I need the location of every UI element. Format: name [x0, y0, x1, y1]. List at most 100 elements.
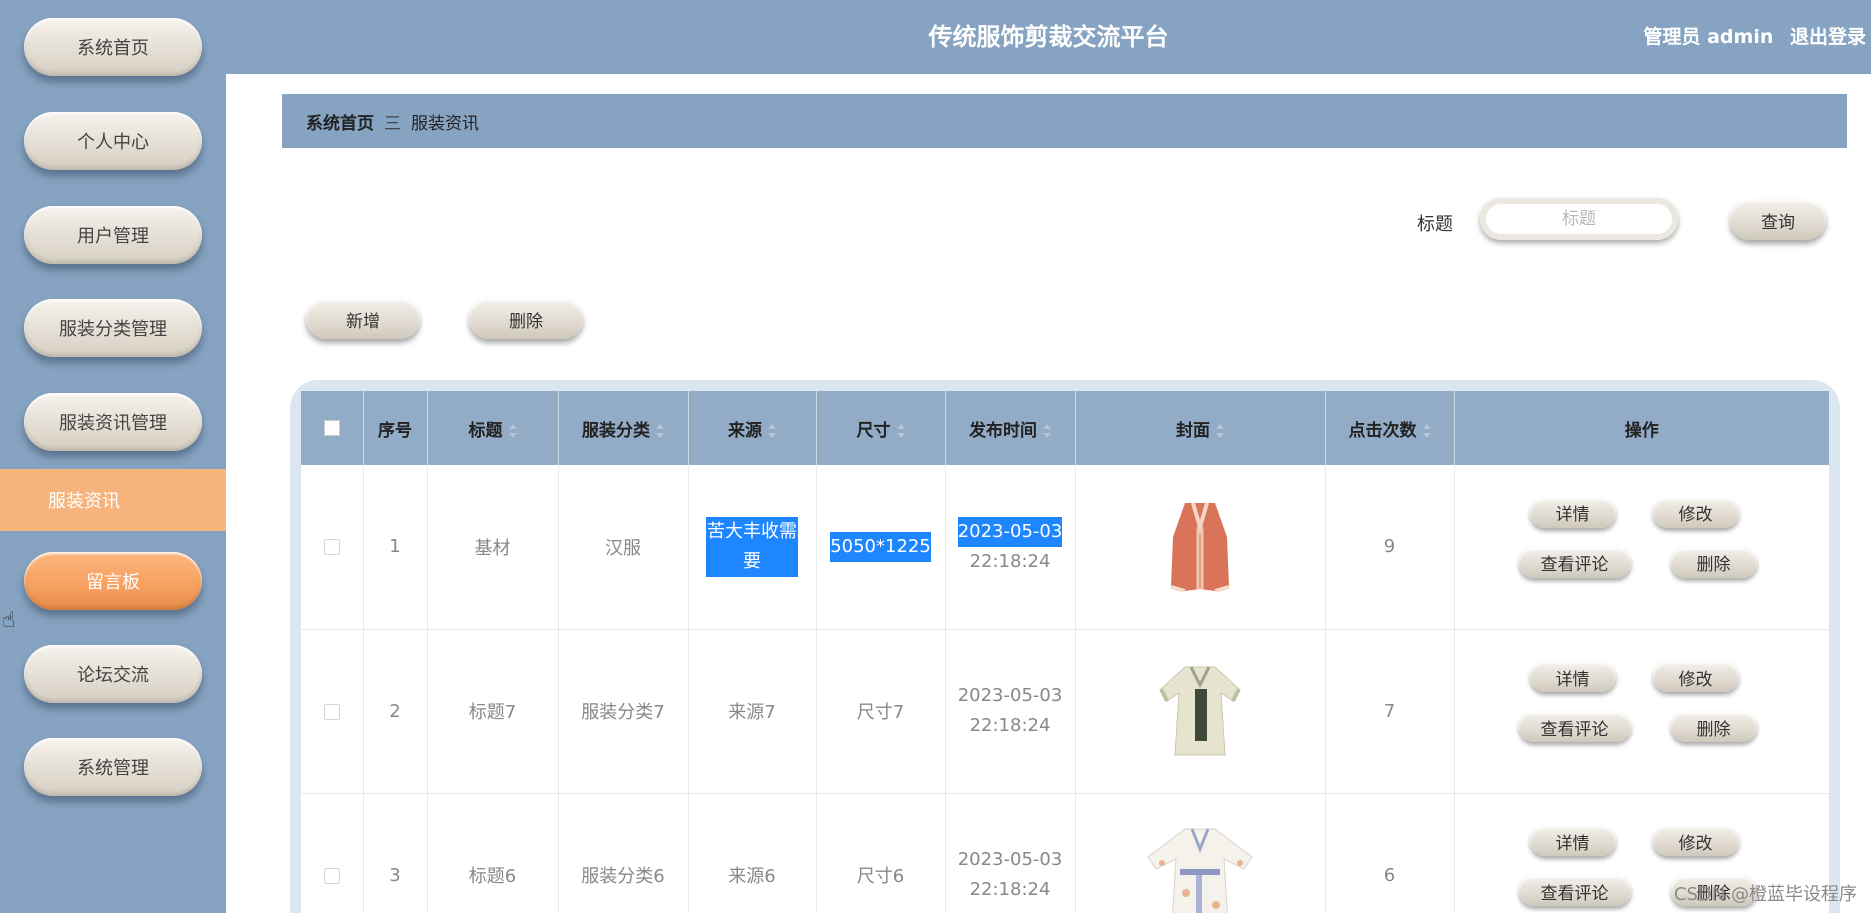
delete-button[interactable]: 删除 — [1670, 547, 1757, 578]
nav-user-management[interactable]: 用户管理 — [24, 206, 202, 264]
date-text: 2023-05-03 — [957, 685, 1063, 706]
title-search-input[interactable] — [1480, 198, 1678, 240]
col-source-label: 来源 — [728, 420, 762, 441]
col-actions: 操作 — [1454, 391, 1829, 465]
row-select-cell[interactable] — [301, 465, 364, 630]
nav-forum[interactable]: 论坛交流 — [24, 645, 202, 703]
cell-size: 尺寸6 — [816, 793, 946, 913]
breadcrumb-separator: 三 — [384, 113, 401, 134]
sidebar: 系统首页 个人中心 用户管理 服装分类管理 服装资讯管理 服装资讯 留言板 论坛… — [0, 0, 226, 913]
cell-cover — [1075, 629, 1326, 794]
col-category[interactable]: 服装分类 — [558, 391, 689, 465]
detail-button[interactable]: 详情 — [1529, 662, 1616, 692]
sort-icon[interactable] — [508, 423, 517, 438]
sort-icon[interactable] — [656, 423, 664, 438]
csdn-watermark: CSDN @橙蓝毕设程序 — [1673, 884, 1857, 905]
row-checkbox[interactable] — [323, 867, 340, 884]
breadcrumb-current: 服装资讯 — [411, 113, 479, 134]
view-comments-button[interactable]: 查看评论 — [1518, 547, 1631, 578]
col-cover[interactable]: 封面 — [1075, 391, 1326, 465]
time-text: 22:18:24 — [969, 550, 1051, 572]
row-checkbox[interactable] — [323, 703, 340, 720]
admin-label: 管理员 admin — [1643, 26, 1774, 48]
detail-button[interactable]: 详情 — [1529, 826, 1616, 856]
cell-title: 标题6 — [427, 793, 559, 913]
cell-index: 3 — [363, 793, 428, 913]
detail-button[interactable]: 详情 — [1529, 497, 1616, 528]
sort-icon[interactable] — [896, 423, 905, 438]
col-clicks[interactable]: 点击次数 — [1325, 391, 1455, 465]
cell-cover — [1075, 793, 1326, 913]
cell-category: 汉服 — [558, 465, 689, 630]
edit-button[interactable]: 修改 — [1652, 662, 1739, 692]
hand-pointer-icon: ☝ — [2, 608, 16, 633]
select-all-header[interactable] — [301, 391, 364, 465]
cell-clicks: 9 — [1325, 465, 1455, 630]
query-button[interactable]: 查询 — [1730, 200, 1826, 240]
add-button[interactable]: 新增 — [306, 299, 420, 339]
col-title-label: 标题 — [468, 420, 503, 441]
table-header-row: 序号 标题 服装分类 来源 尺寸 发布时间 封面 点击次数 操作 — [301, 391, 1829, 465]
row-select-cell[interactable] — [301, 629, 364, 794]
red-robe-cover-image — [1170, 502, 1230, 593]
nav-clothing-category-management[interactable]: 服装分类管理 — [24, 299, 202, 357]
cell-publish-time: 2023-05-03 22:18:24 — [945, 629, 1076, 794]
breadcrumb-home[interactable]: 系统首页 — [306, 109, 374, 134]
col-size[interactable]: 尺寸 — [816, 391, 946, 465]
nav-home[interactable]: 系统首页 — [24, 18, 202, 76]
select-all-checkbox[interactable] — [323, 420, 340, 436]
nav-personal-center[interactable]: 个人中心 — [24, 112, 202, 170]
cell-clicks: 7 — [1325, 629, 1455, 794]
cell-clicks: 6 — [1325, 793, 1455, 913]
cell-publish-time: 2023-05-03 22:18:24 — [945, 465, 1076, 630]
row-checkbox[interactable] — [323, 539, 340, 556]
time-text: 22:18:24 — [969, 879, 1051, 900]
cell-size: 5050*1225 — [816, 465, 946, 630]
date-text: 2023-05-03 — [957, 849, 1063, 870]
col-publish-time[interactable]: 发布时间 — [945, 391, 1076, 465]
table-container: 序号 标题 服装分类 来源 尺寸 发布时间 封面 点击次数 操作 1 基材 汉服… — [290, 380, 1840, 913]
table-row: 1 基材 汉服 苦大丰收需要 5050*1225 2023-05-03 22:1… — [301, 465, 1829, 630]
date-text-selected: 2023-05-03 — [957, 516, 1063, 547]
nav-system-management[interactable]: 系统管理 — [24, 738, 202, 796]
table-row: 3 标题6 服装分类6 来源6 尺寸6 2023-05-03 22:18:24 — [301, 793, 1829, 913]
row-select-cell[interactable] — [301, 793, 364, 913]
col-publish-time-label: 发布时间 — [969, 420, 1037, 441]
batch-delete-button[interactable]: 删除 — [469, 299, 583, 339]
cell-category: 服装分类7 — [558, 629, 689, 794]
edit-button[interactable]: 修改 — [1652, 497, 1739, 528]
breadcrumb: 系统首页 三 服装资讯 — [282, 94, 1847, 148]
edit-button[interactable]: 修改 — [1652, 826, 1739, 856]
nav-clothing-news-management[interactable]: 服装资讯管理 — [24, 393, 202, 451]
view-comments-button[interactable]: 查看评论 — [1518, 876, 1631, 906]
sort-icon[interactable] — [1422, 423, 1431, 438]
col-clicks-label: 点击次数 — [1348, 420, 1417, 441]
news-table: 序号 标题 服装分类 来源 尺寸 发布时间 封面 点击次数 操作 1 基材 汉服… — [301, 391, 1829, 913]
sort-icon[interactable] — [1043, 423, 1051, 438]
col-source[interactable]: 来源 — [688, 391, 817, 465]
app-title: 传统服饰剪裁交流平台 — [928, 23, 1169, 51]
nav-clothing-news-active[interactable]: 服装资讯 — [0, 469, 226, 531]
table-row: 2 标题7 服装分类7 来源7 尺寸7 2023-05-03 22:18:24 — [301, 629, 1830, 794]
row-actions: 详情 修改 查看评论 删除 — [1455, 656, 1830, 766]
top-header: 传统服饰剪裁交流平台 管理员 admin 退出登录 — [226, 0, 1871, 74]
cell-publish-time: 2023-05-03 22:18:24 — [945, 793, 1076, 913]
logout-link[interactable]: 退出登录 — [1790, 26, 1866, 48]
search-label: 标题 — [1417, 214, 1453, 235]
cell-index: 2 — [363, 629, 428, 794]
cell-size: 尺寸7 — [816, 629, 946, 794]
sort-icon[interactable] — [1216, 423, 1224, 438]
cell-title: 基材 — [427, 465, 559, 630]
nav-message-board[interactable]: 留言板 — [24, 552, 202, 610]
cell-source: 来源7 — [688, 629, 817, 794]
delete-button[interactable]: 删除 — [1670, 712, 1757, 742]
col-index: 序号 — [363, 391, 428, 465]
cell-cover — [1075, 465, 1326, 630]
time-text: 22:18:24 — [969, 715, 1051, 736]
col-title[interactable]: 标题 — [427, 391, 559, 465]
view-comments-button[interactable]: 查看评论 — [1518, 712, 1631, 742]
sort-icon[interactable] — [768, 423, 776, 438]
col-category-label: 服装分类 — [582, 420, 650, 441]
col-size-label: 尺寸 — [856, 420, 891, 441]
cell-source: 苦大丰收需要 — [688, 465, 817, 630]
